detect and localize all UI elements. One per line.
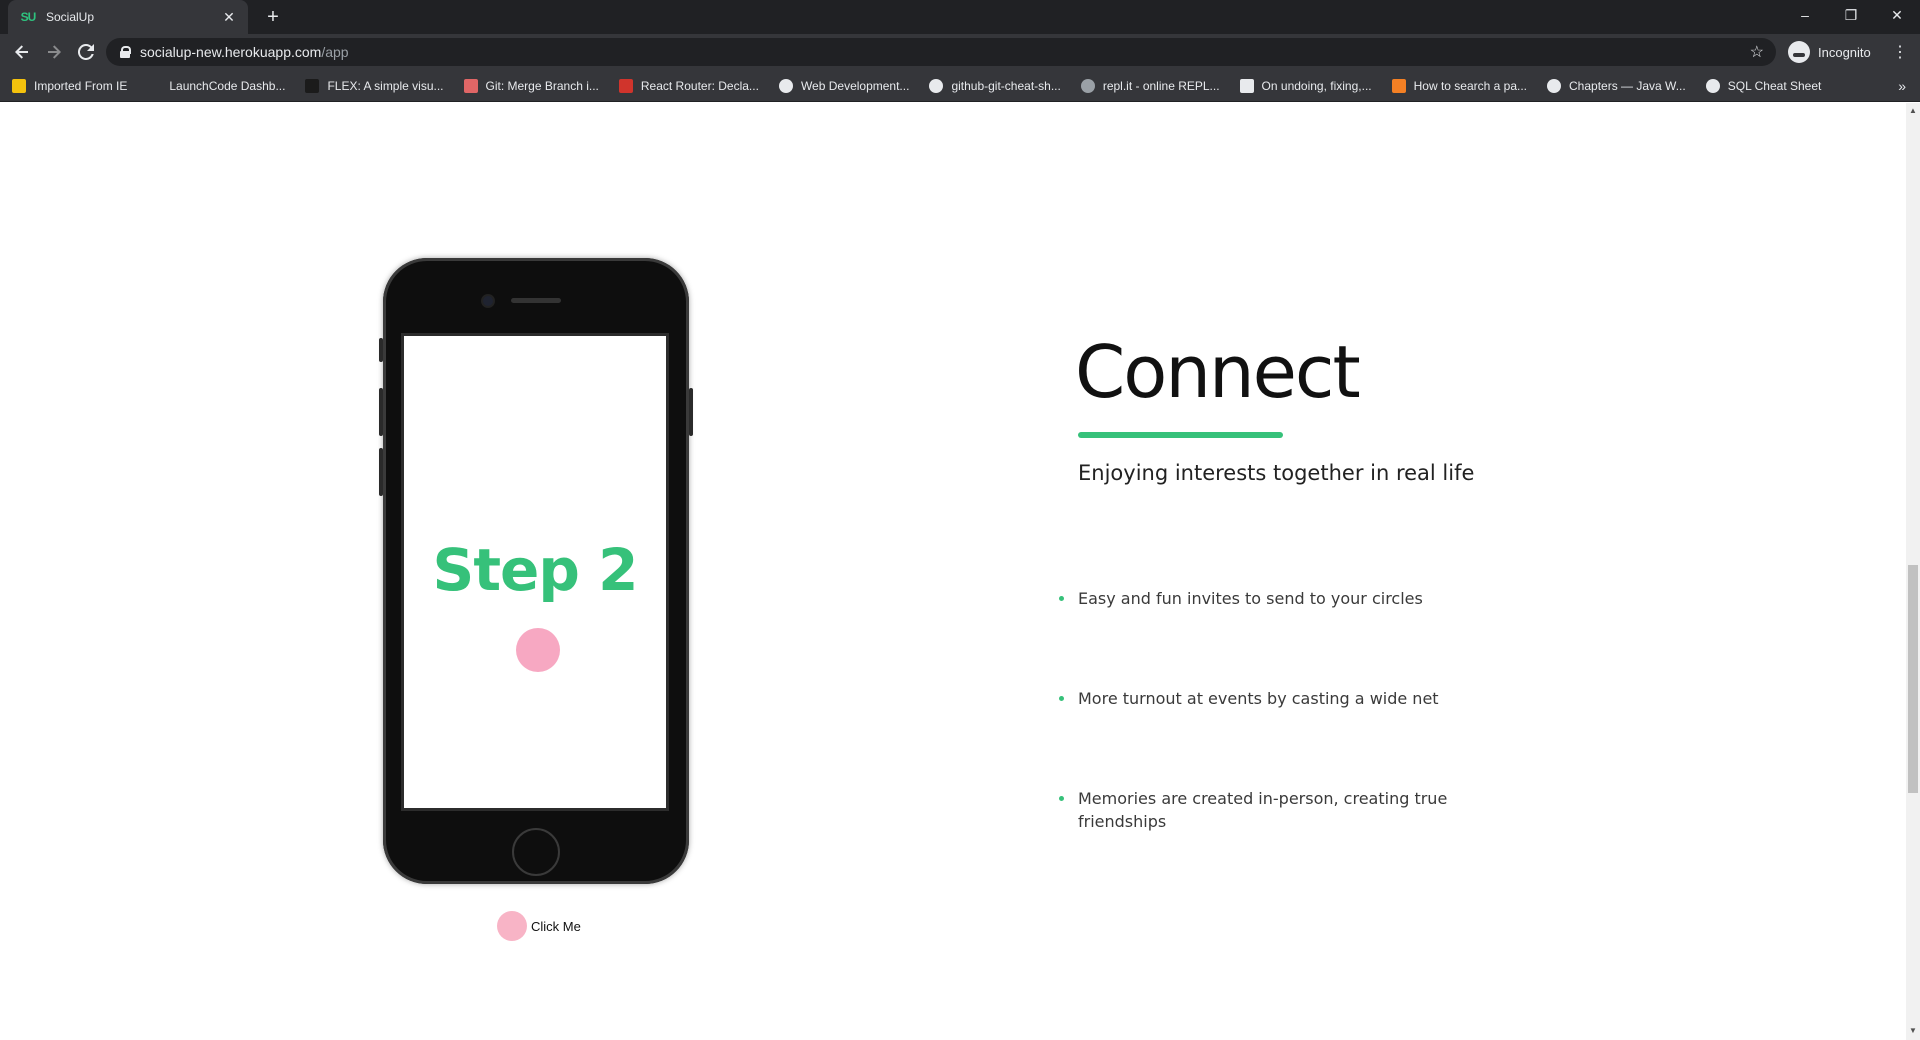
bookmark-item[interactable]: How to search a pa... — [1391, 78, 1528, 93]
feature-item: Memories are created in-person, creating… — [1059, 787, 1458, 833]
bookmark-item[interactable]: On undoing, fixing,... — [1239, 78, 1372, 93]
bookmark-item[interactable]: FLEX: A simple visu... — [305, 78, 444, 93]
bookmark-label: FLEX: A simple visu... — [327, 78, 444, 93]
bookmark-star-icon[interactable]: ☆ — [1750, 42, 1764, 62]
browser-tab-bar: SU SocialUp ✕ + – ❐ ✕ — [0, 0, 1920, 34]
tab-title: SocialUp — [46, 10, 95, 24]
bookmark-item[interactable]: LaunchCode Dashb... — [147, 78, 286, 93]
phone-camera-icon — [483, 296, 493, 306]
bullet-dot — [1059, 796, 1064, 801]
incognito-profile[interactable]: Incognito — [1788, 38, 1871, 66]
bookmark-label: repl.it - online REPL... — [1102, 78, 1220, 93]
bookmarks-overflow-icon[interactable]: » — [1898, 78, 1906, 94]
restore-button[interactable]: ❐ — [1828, 0, 1874, 30]
feature-item: More turnout at events by casting a wide… — [1059, 687, 1478, 710]
bookmark-label: How to search a pa... — [1413, 78, 1528, 93]
bookmark-item[interactable]: Web Development... — [778, 78, 910, 93]
phone-power-button — [689, 388, 693, 436]
bookmark-label: Imported From IE — [34, 78, 128, 93]
globe-icon — [929, 78, 944, 93]
stackoverflow-icon — [1391, 78, 1406, 93]
bullet-dot — [1059, 596, 1064, 601]
incognito-icon — [1788, 41, 1810, 63]
feature-text: More turnout at events by casting a wide… — [1078, 689, 1439, 708]
bullet-dot — [1059, 696, 1064, 701]
scroll-thumb[interactable] — [1908, 565, 1918, 793]
bookmark-item[interactable]: Imported From IE — [12, 78, 128, 93]
close-window-button[interactable]: ✕ — [1874, 0, 1920, 30]
phone-mockup: Step 2 — [379, 258, 693, 884]
bookmark-label: On undoing, fixing,... — [1261, 78, 1372, 93]
browser-menu-icon[interactable]: ⋮ — [1890, 38, 1910, 66]
bookmark-label: Git: Merge Branch i... — [485, 78, 599, 93]
phone-home-button — [512, 828, 560, 876]
close-tab-icon[interactable]: ✕ — [220, 8, 238, 26]
scroll-up-arrow-icon[interactable]: ▲ — [1909, 107, 1917, 115]
socialup-favicon-icon: SU — [20, 10, 37, 24]
browser-tab[interactable]: SU SocialUp ✕ — [8, 0, 248, 34]
screen-pink-dot — [516, 628, 560, 672]
sa-icon — [463, 78, 478, 93]
click-me-control[interactable]: Click Me — [497, 911, 581, 941]
page-scrollbar[interactable]: ▲ ▼ — [1906, 103, 1920, 1040]
replit-icon — [1080, 78, 1095, 93]
browser-toolbar: socialup-new.herokuapp.com/app ☆ Incogni… — [0, 34, 1920, 70]
bookmark-item[interactable]: repl.it - online REPL... — [1080, 78, 1220, 93]
flex-icon — [305, 78, 320, 93]
back-arrow-icon[interactable] — [8, 38, 36, 66]
feature-text: Easy and fun invites to send to your cir… — [1078, 589, 1423, 608]
scroll-down-arrow-icon[interactable]: ▼ — [1909, 1027, 1917, 1035]
react-router-icon — [618, 78, 633, 93]
phone-volume-down — [379, 448, 383, 496]
globe-icon — [1705, 78, 1720, 93]
phone-screen: Step 2 — [401, 333, 669, 811]
section-subheading: Enjoying interests together in real life — [1078, 461, 1475, 485]
bookmark-label: LaunchCode Dashb... — [169, 78, 286, 93]
url-host: socialup-new.herokuapp.com — [140, 44, 322, 60]
atlassian-icon — [1239, 78, 1254, 93]
forward-arrow-icon[interactable] — [40, 38, 68, 66]
bookmark-label: Chapters — Java W... — [1569, 78, 1686, 93]
minimize-button[interactable]: – — [1782, 0, 1828, 30]
folder-icon — [12, 78, 26, 93]
phone-volume-up — [379, 388, 383, 436]
url-path: /app — [321, 44, 349, 60]
b-icon — [778, 78, 793, 93]
section-heading: Connect — [1075, 330, 1361, 414]
phone-speaker — [511, 298, 561, 303]
bookmark-label: SQL Cheat Sheet — [1727, 78, 1822, 93]
address-bar[interactable]: socialup-new.herokuapp.com/app ☆ — [106, 38, 1776, 66]
phone-mute-switch — [379, 338, 383, 362]
bookmark-item[interactable]: Chapters — Java W... — [1547, 78, 1686, 93]
lock-icon — [120, 46, 131, 58]
bookmark-label: React Router: Decla... — [640, 78, 759, 93]
bookmark-label: Web Development... — [800, 78, 910, 93]
bookmark-item[interactable]: github-git-cheat-sh... — [929, 78, 1061, 93]
bookmark-item[interactable]: Git: Merge Branch i... — [463, 78, 599, 93]
click-me-dot[interactable] — [497, 911, 527, 941]
bookmark-item[interactable]: SQL Cheat Sheet — [1705, 78, 1822, 93]
bookmark-item[interactable]: React Router: Decla... — [618, 78, 759, 93]
bookmark-label: github-git-cheat-sh... — [951, 78, 1061, 93]
click-me-label[interactable]: Click Me — [531, 919, 581, 934]
bookmarks-bar: Imported From IE LaunchCode Dashb... FLEX:… — [0, 70, 1920, 102]
incognito-label: Incognito — [1818, 44, 1871, 60]
page-content: Step 2 Click Me Connect Enjoying interes… — [0, 103, 1906, 1040]
heading-underline — [1078, 432, 1283, 438]
feature-item: Easy and fun invites to send to your cir… — [1059, 587, 1478, 610]
globe-icon — [1547, 78, 1562, 93]
launchcode-icon — [147, 78, 162, 93]
step-label: Step 2 — [432, 536, 639, 604]
feature-text: Memories are created in-person, creating… — [1078, 789, 1448, 831]
reload-icon[interactable] — [72, 38, 100, 66]
new-tab-button[interactable]: + — [260, 4, 286, 30]
